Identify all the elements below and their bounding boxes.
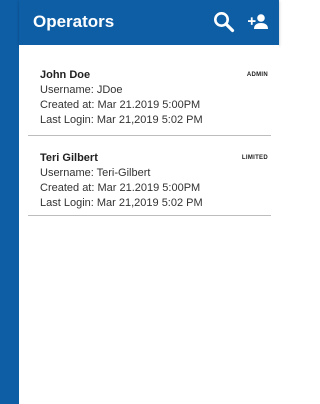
app-bar: Operators [19, 0, 279, 45]
operator-card[interactable]: Teri Gilbert LIMITED Username: Teri-Gilb… [28, 146, 271, 216]
add-user-icon [248, 14, 268, 29]
operator-role-badge: LIMITED [241, 155, 268, 161]
operator-name: Teri Gilbert [40, 152, 98, 164]
operators-list: John Doe ADMIN Username: JDoe Created at… [19, 45, 279, 404]
operator-card[interactable]: John Doe ADMIN Username: JDoe Created at… [28, 63, 271, 136]
card-divider [28, 135, 271, 136]
search-icon [214, 12, 235, 33]
page-title: Operators [33, 12, 115, 31]
card-divider [28, 215, 271, 216]
operator-created-at: Created at: Mar 21.2019 5:00PM [40, 182, 201, 194]
operator-role-badge: ADMIN [246, 72, 268, 78]
sidebar-strip [0, 0, 19, 404]
add-user-button[interactable] [246, 9, 272, 35]
operator-last-login: Last Login: Mar 21,2019 5:02 PM [40, 197, 203, 209]
operator-last-login: Last Login: Mar 21,2019 5:02 PM [40, 114, 203, 126]
operator-username: Username: JDoe [40, 84, 123, 96]
operator-name: John Doe [40, 69, 91, 81]
operator-created-at: Created at: Mar 21.2019 5:00PM [40, 99, 201, 111]
operator-username: Username: Teri-Gilbert [40, 167, 151, 179]
search-button[interactable] [211, 9, 237, 35]
